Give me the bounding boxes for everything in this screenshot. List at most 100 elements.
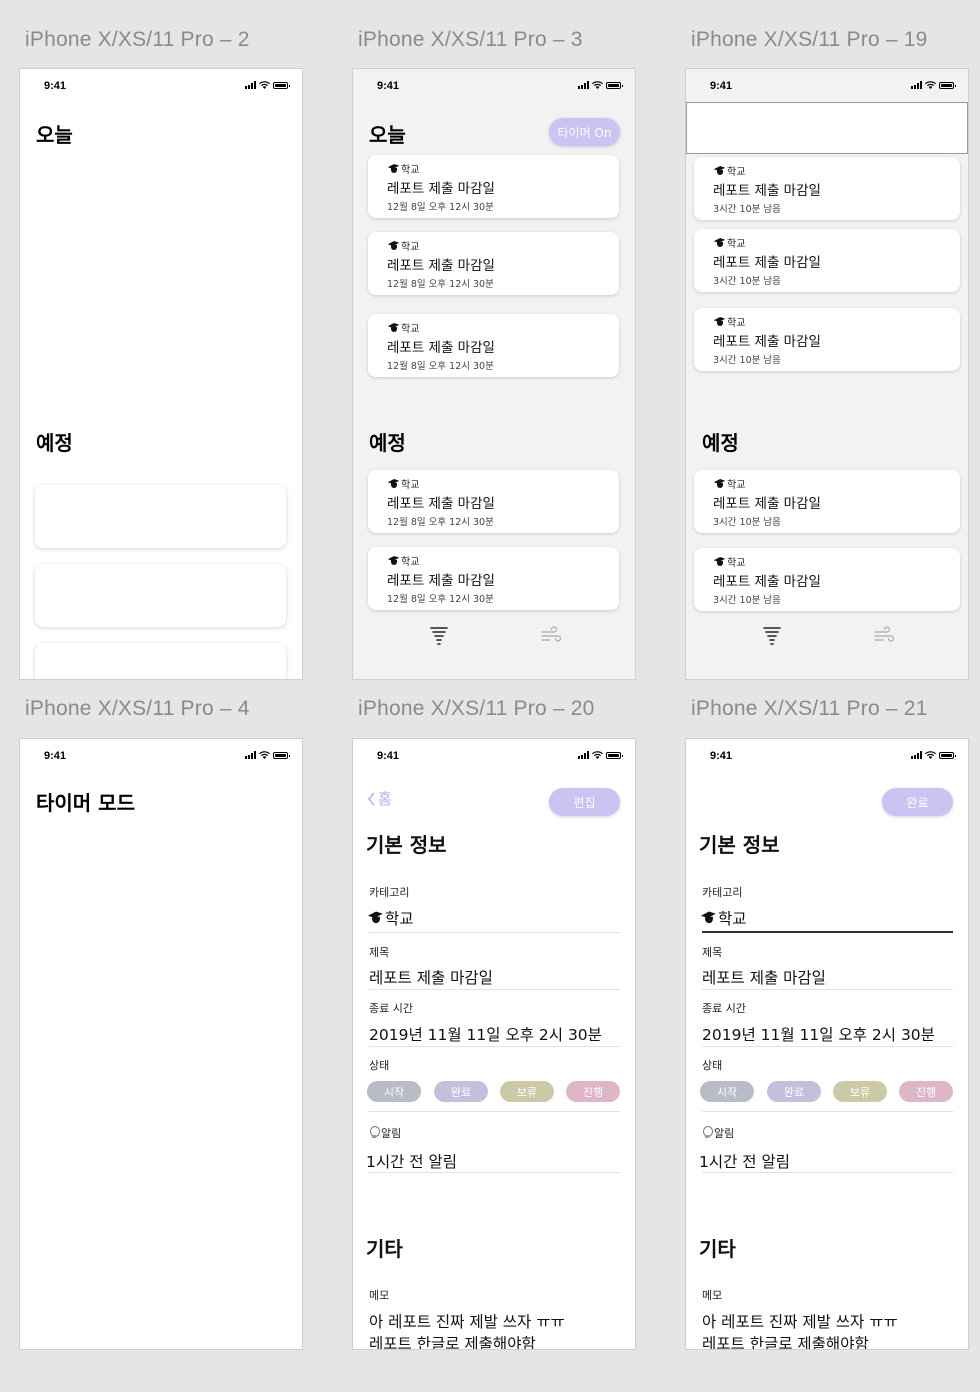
frame-title-3: iPhone X/XS/11 Pro – 3: [358, 28, 583, 51]
task-card[interactable]: 학교 레포트 제출 마감일 3시간 10분 남음: [694, 548, 960, 611]
task-card[interactable]: 학교 레포트 제출 마감일 3시간 10분 남음: [694, 470, 960, 533]
wifi-icon: [925, 751, 936, 759]
card-title: 레포트 제출 마감일: [387, 258, 495, 274]
status-chip-done[interactable]: 완료: [767, 1081, 821, 1102]
status-chip-start[interactable]: 시작: [367, 1081, 421, 1102]
card-category: 학교: [387, 161, 419, 176]
graduation-cap-icon: [387, 478, 401, 490]
frame-title-4: iPhone X/XS/11 Pro – 4: [25, 697, 250, 720]
category-value[interactable]: 학교: [702, 907, 747, 929]
card-category: 학교: [387, 238, 419, 253]
task-card[interactable]: 학교 레포트 제출 마감일 3시간 10분 남음: [694, 229, 960, 292]
card-title: 레포트 제출 마감일: [387, 181, 495, 197]
timer-mode-heading: 타이머 모드: [36, 791, 135, 815]
back-button[interactable]: 홈: [367, 788, 392, 809]
placeholder-card[interactable]: [35, 485, 286, 548]
end-time-value[interactable]: 2019년 11월 11일 오후 2시 30분: [369, 1023, 602, 1045]
card-title: 레포트 제출 마감일: [713, 255, 821, 271]
chevron-left-icon: [367, 791, 375, 806]
title-value[interactable]: 레포트 제출 마감일: [702, 966, 826, 988]
card-date: 12월 8일 오후 12시 30분: [387, 279, 494, 290]
header-box[interactable]: [686, 102, 968, 154]
memo-line-1[interactable]: 아 레포트 진짜 제발 쓰자 ㅠㅠ: [702, 1310, 898, 1332]
wind-icon[interactable]: [872, 623, 896, 647]
card-category: 학교: [387, 476, 419, 491]
upcoming-heading: 예정: [369, 431, 406, 455]
status-time: 9:41: [710, 80, 733, 92]
timer-on-button[interactable]: 타이머 On: [549, 118, 620, 146]
alarm-label: 알림: [369, 1125, 401, 1141]
card-date: 12월 8일 오후 12시 30분: [387, 202, 494, 213]
status-chip-progress[interactable]: 진행: [566, 1081, 620, 1102]
category-value[interactable]: 학교: [369, 907, 414, 929]
tornado-icon[interactable]: [760, 623, 784, 647]
status-icons: [911, 751, 956, 759]
edit-button[interactable]: 편집: [549, 788, 620, 816]
category-underline: [369, 932, 620, 933]
artboard-2: 9:41 오늘 예정: [19, 68, 303, 680]
status-icons: [578, 751, 623, 759]
end-time-label: 종료 시간: [702, 1002, 746, 1015]
task-card[interactable]: 학교 레포트 제출 마감일 12월 8일 오후 12시 30분: [368, 314, 619, 377]
card-remaining: 3시간 10분 남음: [713, 204, 781, 215]
card-remaining: 3시간 10분 남음: [713, 355, 781, 366]
artboard-21: 9:41 완료 기본 정보 카테고리 학교 제목 레포트 제출 마감일 종료 시…: [685, 738, 969, 1350]
etc-heading: 기타: [699, 1237, 736, 1261]
basic-info-heading: 기본 정보: [366, 833, 447, 857]
task-card[interactable]: 학교 레포트 제출 마감일 12월 8일 오후 12시 30분: [368, 232, 619, 295]
wifi-icon: [592, 751, 603, 759]
status-chip-start[interactable]: 시작: [700, 1081, 754, 1102]
card-title: 레포트 제출 마감일: [387, 496, 495, 512]
category-label: 카테고리: [369, 886, 410, 899]
card-category: 학교: [713, 235, 745, 250]
upcoming-heading: 예정: [702, 431, 739, 455]
artboard-3: 9:41 오늘 타이머 On 학교 레포트 제출 마감일 12월 8일 오후 1…: [352, 68, 636, 680]
battery-icon: [606, 81, 623, 89]
status-underline: [369, 1111, 620, 1112]
today-heading: 오늘: [36, 123, 73, 147]
task-card[interactable]: 학교 레포트 제출 마감일 12월 8일 오후 12시 30분: [368, 155, 619, 218]
status-icons: [245, 751, 290, 759]
memo-line-2[interactable]: 레포트 한글로 제출해야함: [702, 1332, 869, 1349]
lightbulb-icon: [702, 1126, 713, 1140]
graduation-cap-icon: [713, 478, 727, 490]
alarm-value[interactable]: 1시간 전 알림: [699, 1150, 790, 1172]
card-category: 학교: [713, 554, 745, 569]
task-card[interactable]: 학교 레포트 제출 마감일 3시간 10분 남음: [694, 157, 960, 220]
title-underline: [369, 989, 620, 990]
status-time: 9:41: [44, 750, 67, 762]
end-time-value[interactable]: 2019년 11월 11일 오후 2시 30분: [702, 1023, 935, 1045]
memo-line-1[interactable]: 아 레포트 진짜 제발 쓰자 ㅠㅠ: [369, 1310, 565, 1332]
memo-line-2[interactable]: 레포트 한글로 제출해야함: [369, 1332, 536, 1349]
tornado-icon[interactable]: [427, 623, 451, 647]
status-chip-done[interactable]: 완료: [434, 1081, 488, 1102]
done-button[interactable]: 완료: [882, 788, 953, 816]
status-chip-hold[interactable]: 보류: [833, 1081, 887, 1102]
task-card[interactable]: 학교 레포트 제출 마감일 12월 8일 오후 12시 30분: [368, 470, 619, 533]
title-value[interactable]: 레포트 제출 마감일: [369, 966, 493, 988]
task-card[interactable]: 학교 레포트 제출 마감일 12월 8일 오후 12시 30분: [368, 547, 619, 610]
placeholder-card[interactable]: [35, 643, 286, 679]
battery-icon: [273, 81, 290, 89]
task-card[interactable]: 학교 레포트 제출 마감일 3시간 10분 남음: [694, 308, 960, 371]
category-underline-active: [702, 931, 953, 933]
back-label: 홈: [378, 790, 392, 808]
title-label: 제목: [702, 946, 723, 959]
alarm-value[interactable]: 1시간 전 알림: [366, 1150, 457, 1172]
end-time-underline: [369, 1046, 620, 1047]
signal-icon: [911, 751, 922, 759]
card-date: 12월 8일 오후 12시 30분: [387, 517, 494, 528]
wind-icon[interactable]: [539, 623, 563, 647]
today-heading: 오늘: [369, 123, 406, 147]
status-icons: [245, 81, 290, 89]
placeholder-card[interactable]: [35, 564, 286, 627]
wifi-icon: [592, 81, 603, 89]
card-category: 학교: [387, 553, 419, 568]
status-chip-progress[interactable]: 진행: [899, 1081, 953, 1102]
category-label: 카테고리: [702, 886, 743, 899]
card-category: 학교: [713, 476, 745, 491]
basic-info-heading: 기본 정보: [699, 833, 780, 857]
battery-icon: [606, 751, 623, 759]
etc-heading: 기타: [366, 1237, 403, 1261]
status-chip-hold[interactable]: 보류: [500, 1081, 554, 1102]
